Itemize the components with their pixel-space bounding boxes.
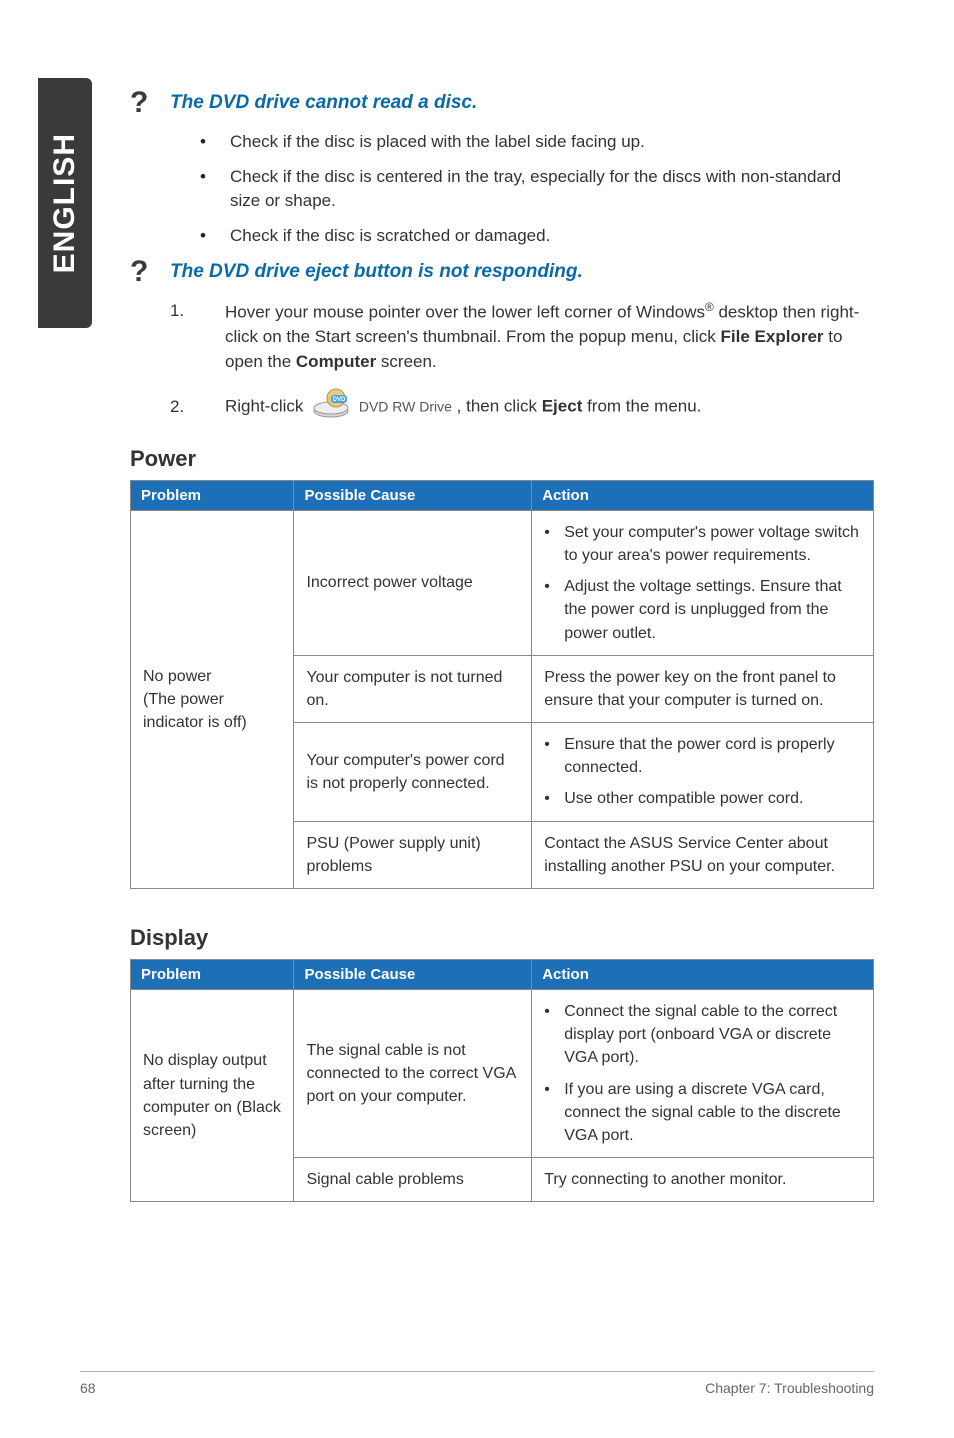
bullet-icon: • bbox=[200, 224, 230, 249]
action-cell: •Connect the signal cable to the correct… bbox=[532, 990, 874, 1158]
dvd-drive-label: DVD RW Drive bbox=[359, 399, 452, 415]
chapter-label: Chapter 7: Troubleshooting bbox=[705, 1380, 874, 1396]
cause-cell: Incorrect power voltage bbox=[294, 510, 532, 655]
language-tab-label: ENGLISH bbox=[48, 133, 82, 273]
th-problem: Problem bbox=[131, 960, 294, 990]
dvd-drive-icon: DVD bbox=[312, 388, 350, 426]
cause-cell: PSU (Power supply unit) problems bbox=[294, 821, 532, 888]
main-content: ? The DVD drive cannot read a disc. • Ch… bbox=[130, 90, 874, 1202]
display-table: Problem Possible Cause Action No display… bbox=[130, 959, 874, 1202]
step-number: 1. bbox=[170, 299, 225, 375]
step-text: Right-click DVD DVD RW Drive , then clic… bbox=[225, 388, 874, 426]
faq-question-1: The DVD drive cannot read a disc. bbox=[170, 90, 477, 114]
action-cell: Contact the ASUS Service Center about in… bbox=[532, 821, 874, 888]
power-table: Problem Possible Cause Action No power (… bbox=[130, 480, 874, 889]
problem-cell: No display output after turning the comp… bbox=[131, 990, 294, 1202]
bullet-icon: • bbox=[200, 165, 230, 214]
bullet-text: Check if the disc is scratched or damage… bbox=[230, 224, 874, 249]
table-row: No display output after turning the comp… bbox=[131, 990, 874, 1158]
table-header-row: Problem Possible Cause Action bbox=[131, 480, 874, 510]
faq-item-1: ? The DVD drive cannot read a disc. bbox=[130, 90, 874, 118]
page-number: 68 bbox=[80, 1380, 96, 1396]
bullet-icon: • bbox=[200, 130, 230, 155]
cause-cell: Your computer's power cord is not proper… bbox=[294, 723, 532, 822]
th-cause: Possible Cause bbox=[294, 480, 532, 510]
bullet-text: Check if the disc is centered in the tra… bbox=[230, 165, 874, 214]
list-item: • Check if the disc is centered in the t… bbox=[200, 165, 874, 214]
table-header-row: Problem Possible Cause Action bbox=[131, 960, 874, 990]
faq-question-2: The DVD drive eject button is not respon… bbox=[170, 259, 583, 283]
list-item: • Check if the disc is placed with the l… bbox=[200, 130, 874, 155]
cause-cell: Your computer is not turned on. bbox=[294, 655, 532, 722]
power-heading: Power bbox=[130, 446, 874, 472]
faq-item-2: ? The DVD drive eject button is not resp… bbox=[130, 259, 874, 287]
list-item: 2. Right-click DVD DVD RW Drive bbox=[170, 388, 874, 426]
th-action: Action bbox=[532, 480, 874, 510]
question-mark-icon: ? bbox=[130, 88, 170, 118]
th-cause: Possible Cause bbox=[294, 960, 532, 990]
faq-2-steps: 1. Hover your mouse pointer over the low… bbox=[170, 299, 874, 426]
bullet-text: Check if the disc is placed with the lab… bbox=[230, 130, 874, 155]
step-number: 2. bbox=[170, 395, 225, 420]
problem-cell: No power (The power indicator is off) bbox=[131, 510, 294, 888]
faq-1-bullets: • Check if the disc is placed with the l… bbox=[200, 130, 874, 249]
action-cell: Press the power key on the front panel t… bbox=[532, 655, 874, 722]
step-text: Hover your mouse pointer over the lower … bbox=[225, 299, 874, 375]
svg-text:DVD: DVD bbox=[333, 397, 346, 403]
list-item: 1. Hover your mouse pointer over the low… bbox=[170, 299, 874, 375]
action-cell: •Set your computer's power voltage switc… bbox=[532, 510, 874, 655]
cause-cell: The signal cable is not connected to the… bbox=[294, 990, 532, 1158]
th-action: Action bbox=[532, 960, 874, 990]
language-tab: ENGLISH bbox=[38, 78, 92, 328]
display-heading: Display bbox=[130, 925, 874, 951]
question-mark-icon: ? bbox=[130, 257, 170, 287]
cause-cell: Signal cable problems bbox=[294, 1158, 532, 1202]
page-container: ENGLISH ? The DVD drive cannot read a di… bbox=[0, 0, 954, 1438]
table-row: No power (The power indicator is off) In… bbox=[131, 510, 874, 655]
th-problem: Problem bbox=[131, 480, 294, 510]
action-cell: Try connecting to another monitor. bbox=[532, 1158, 874, 1202]
action-cell: •Ensure that the power cord is properly … bbox=[532, 723, 874, 822]
list-item: • Check if the disc is scratched or dama… bbox=[200, 224, 874, 249]
page-footer: 68 Chapter 7: Troubleshooting bbox=[0, 1371, 954, 1396]
